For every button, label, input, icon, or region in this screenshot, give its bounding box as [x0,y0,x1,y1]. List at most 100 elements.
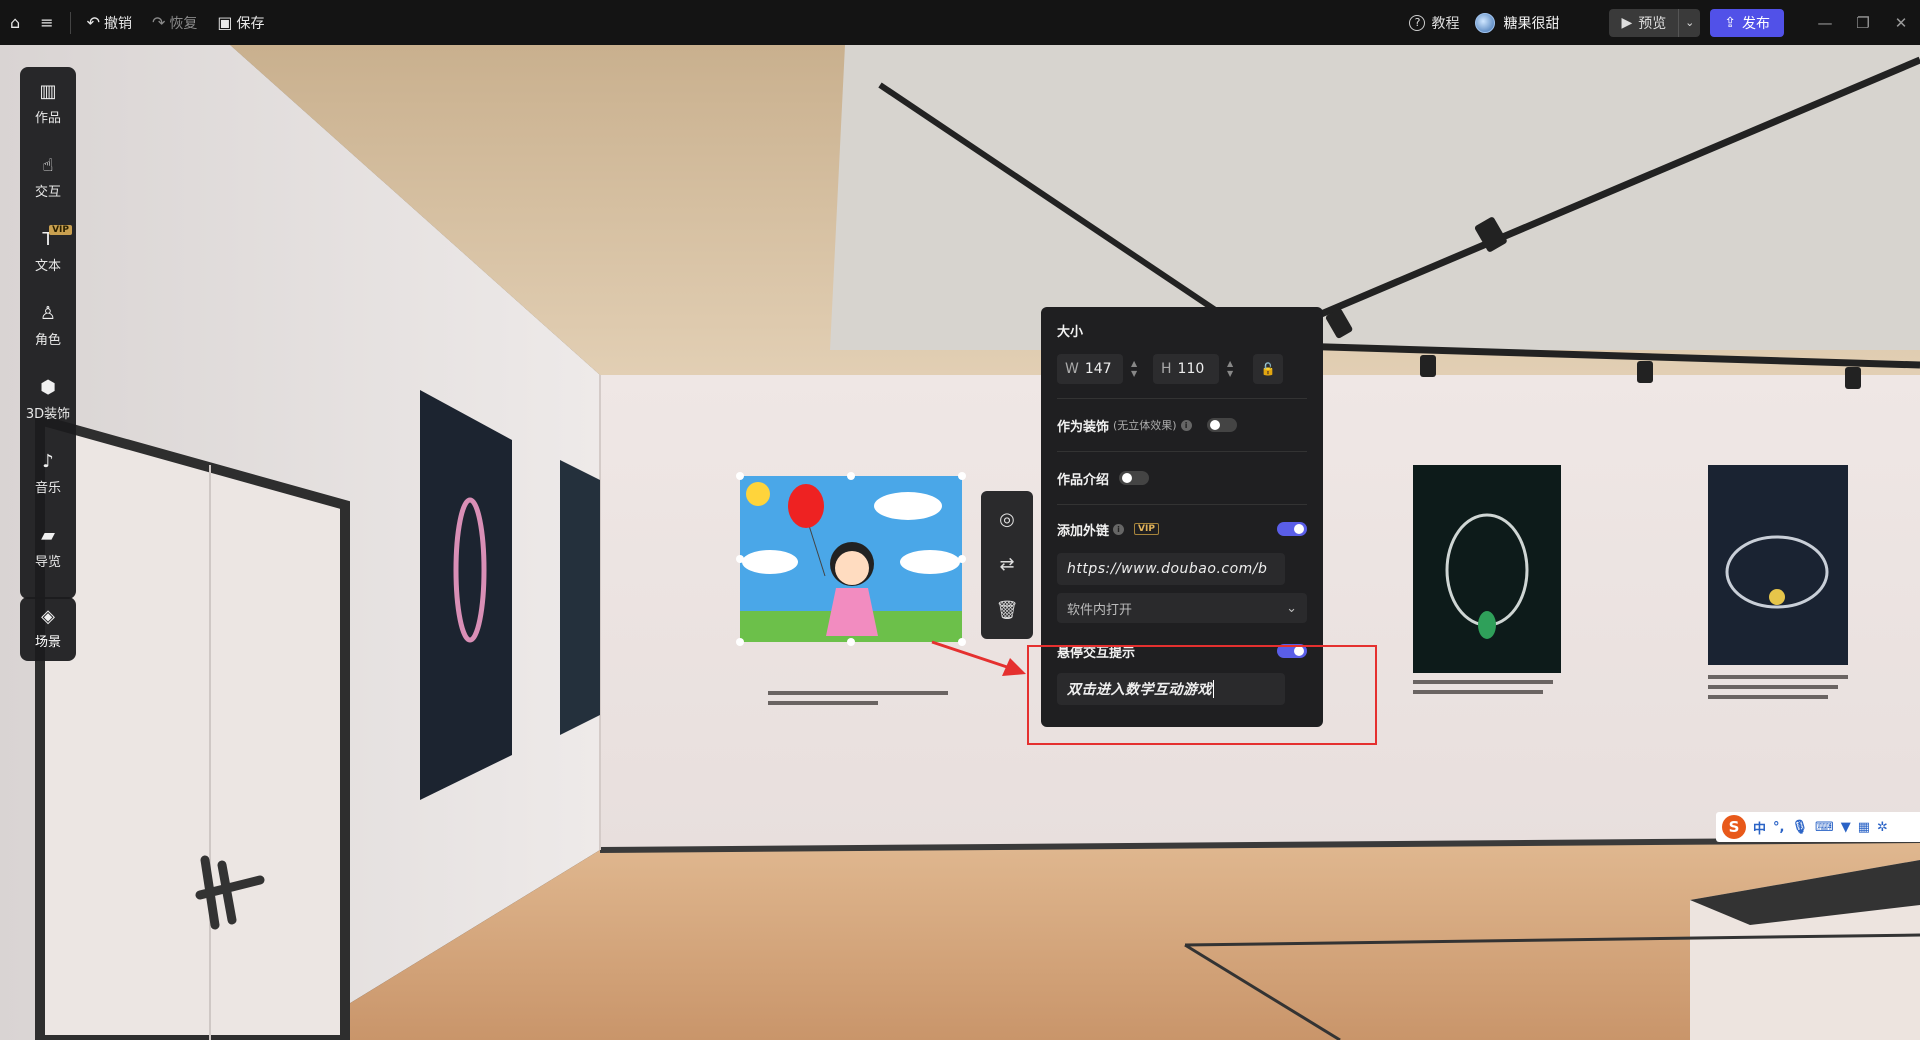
punctuation-icon[interactable]: °, [1773,820,1784,835]
selected-artwork[interactable] [736,472,966,646]
resize-handle[interactable] [958,472,966,480]
camera-icon: ▰ [41,524,55,546]
intro-label: 作品介绍 [1057,472,1110,488]
sidebar-item-label: 音乐 [34,480,61,496]
vip-badge: VIP [1134,523,1159,535]
resize-handle[interactable] [847,472,855,480]
upload-icon: ⇪ [1724,14,1736,31]
music-icon: ♪ [42,450,54,472]
hover-tip-toggle[interactable] [1277,644,1307,658]
sidebar-item-label: 交互 [34,184,61,200]
microphone-icon[interactable]: 🎙 [1791,820,1808,835]
intro-row: 作品介绍 [1057,452,1307,504]
minimize-button[interactable]: — [1806,14,1844,32]
sidebar-item-label: 作品 [34,110,61,126]
external-link-row: 添加外链 i VIP [1057,505,1307,553]
decoration-row: 作为装饰 (无立体效果) i [1057,399,1307,451]
width-value: 147 [1084,361,1112,377]
undo-icon: ↶ [86,12,100,32]
sidebar-item-text[interactable]: VIP T 文本 [20,215,76,289]
unlock-icon: 🔓 [1260,362,1276,376]
open-mode-value: 软件内打开 [1067,602,1133,618]
hover-tip-label: 悬停交互提示 [1057,645,1136,661]
size-title: 大小 [1057,325,1084,340]
settings-icon[interactable]: ✲ [1877,820,1888,835]
width-stepper[interactable]: ▲ ▼ [1131,354,1145,384]
character-icon: ♙ [39,302,57,324]
menu-icon: ≡ [40,12,54,32]
redo-button[interactable]: ↷ 恢复 [142,0,207,45]
home-icon: ⌂ [10,12,21,32]
help-link[interactable]: ? 教程 [1409,13,1459,33]
intro-toggle[interactable] [1119,471,1149,485]
trash-icon[interactable]: 🗑 [996,600,1019,621]
resize-handle[interactable] [736,472,744,480]
chevron-down-icon: ⌄ [1286,600,1297,616]
swap-icon[interactable]: ⇄ [999,554,1014,575]
layers-icon: ◈ [41,606,55,627]
width-label: W [1065,361,1079,377]
height-input[interactable]: H 110 [1153,354,1219,384]
cube-icon: ⬢ [40,376,56,398]
menu-button[interactable]: ≡ [30,0,63,45]
size-row: W 147 ▲ ▼ H 110 ▲ ▼ 🔓 [1057,354,1307,384]
restore-button[interactable]: ❐ [1844,14,1882,32]
sidebar-item-interaction[interactable]: ☝ 交互 [20,141,76,215]
sidebar-item-label: 场景 [34,635,61,650]
save-button[interactable]: ▣ 保存 [207,0,274,45]
sidebar-item-3d-decoration[interactable]: ⬢ 3D装饰 [20,363,76,437]
sidebar-item-label: 3D装饰 [25,406,71,422]
sidebar-item-label: 导览 [34,554,61,570]
user-menu[interactable]: 糖果很甜 [1475,12,1560,33]
text-cursor [1213,680,1214,698]
save-icon: ▣ [217,12,233,32]
sidebar-item-artwork[interactable]: ▥ 作品 [20,67,76,141]
external-link-toggle[interactable] [1277,522,1307,536]
sidebar-item-scene[interactable]: ◈ 场景 [20,597,76,661]
preview-label: 预览 [1638,15,1667,32]
toolbar-divider [69,11,71,34]
sidebar-item-label: 文本 [34,258,61,274]
top-toolbar: ⌂ ≡ ↶ 撤销 ↷ 恢复 ▣ 保存 ? 教程 糖果很甜 ▶ 预览 ⌄ ⇪ 发布 — ❐ ✕ [0,0,1920,45]
vip-badge: VIP [49,225,72,235]
artwork-actions: ◎ ⇄ 🗑 [981,491,1033,639]
play-icon: ▶ [1621,14,1633,31]
info-icon: i [1180,419,1192,431]
aspect-lock-button[interactable]: 🔓 [1253,354,1283,384]
decoration-toggle[interactable] [1207,418,1237,432]
resize-handle[interactable] [736,555,744,563]
username: 糖果很甜 [1503,15,1560,32]
ime-language[interactable]: 中 [1753,818,1766,837]
annotation-arrow [931,640,1026,676]
link-url-input[interactable]: https://www.doubao.com/b [1057,553,1285,585]
width-input[interactable]: W 147 [1057,354,1123,384]
resize-handle[interactable] [847,638,855,646]
preview-dropdown[interactable]: ⌄ [1678,8,1700,37]
height-stepper[interactable]: ▲ ▼ [1227,354,1241,384]
resize-handle[interactable] [958,555,966,563]
hover-tip-row: 悬停交互提示 [1057,629,1307,673]
sidebar-item-tour[interactable]: ▰ 导览 [20,511,76,585]
sidebar-item-character[interactable]: ♙ 角色 [20,289,76,363]
decoration-label: 作为装饰 [1057,419,1110,435]
save-label: 保存 [236,15,265,32]
skin-icon[interactable]: ▼ [1841,820,1851,835]
home-button[interactable]: ⌂ [0,0,30,45]
info-icon: i [1113,523,1125,535]
properties-panel: 大小 W 147 ▲ ▼ H 110 ▲ ▼ 🔓 作为装饰 (无立体效果) i 作品介绍 添… [1041,307,1323,727]
height-label: H [1161,361,1172,377]
grid-icon[interactable]: ▦ [1858,820,1870,835]
external-link-label: 添加外链 [1057,523,1110,539]
close-button[interactable]: ✕ [1882,14,1920,32]
undo-button[interactable]: ↶ 撤销 [77,0,142,45]
focus-icon[interactable]: ◎ [999,509,1015,530]
publish-button[interactable]: ⇪ 发布 [1710,8,1784,37]
keyboard-icon[interactable]: ⌨ [1815,820,1834,835]
sidebar-item-music[interactable]: ♪ 音乐 [20,437,76,511]
artwork-icon: ▥ [39,80,57,102]
resize-handle[interactable] [736,638,744,646]
redo-label: 恢复 [169,15,198,32]
preview-button[interactable]: ▶ 预览 [1609,9,1678,37]
open-mode-select[interactable]: 软件内打开 ⌄ [1057,593,1307,623]
hover-tip-input[interactable]: 双击进入数学互动游戏 [1057,673,1285,705]
